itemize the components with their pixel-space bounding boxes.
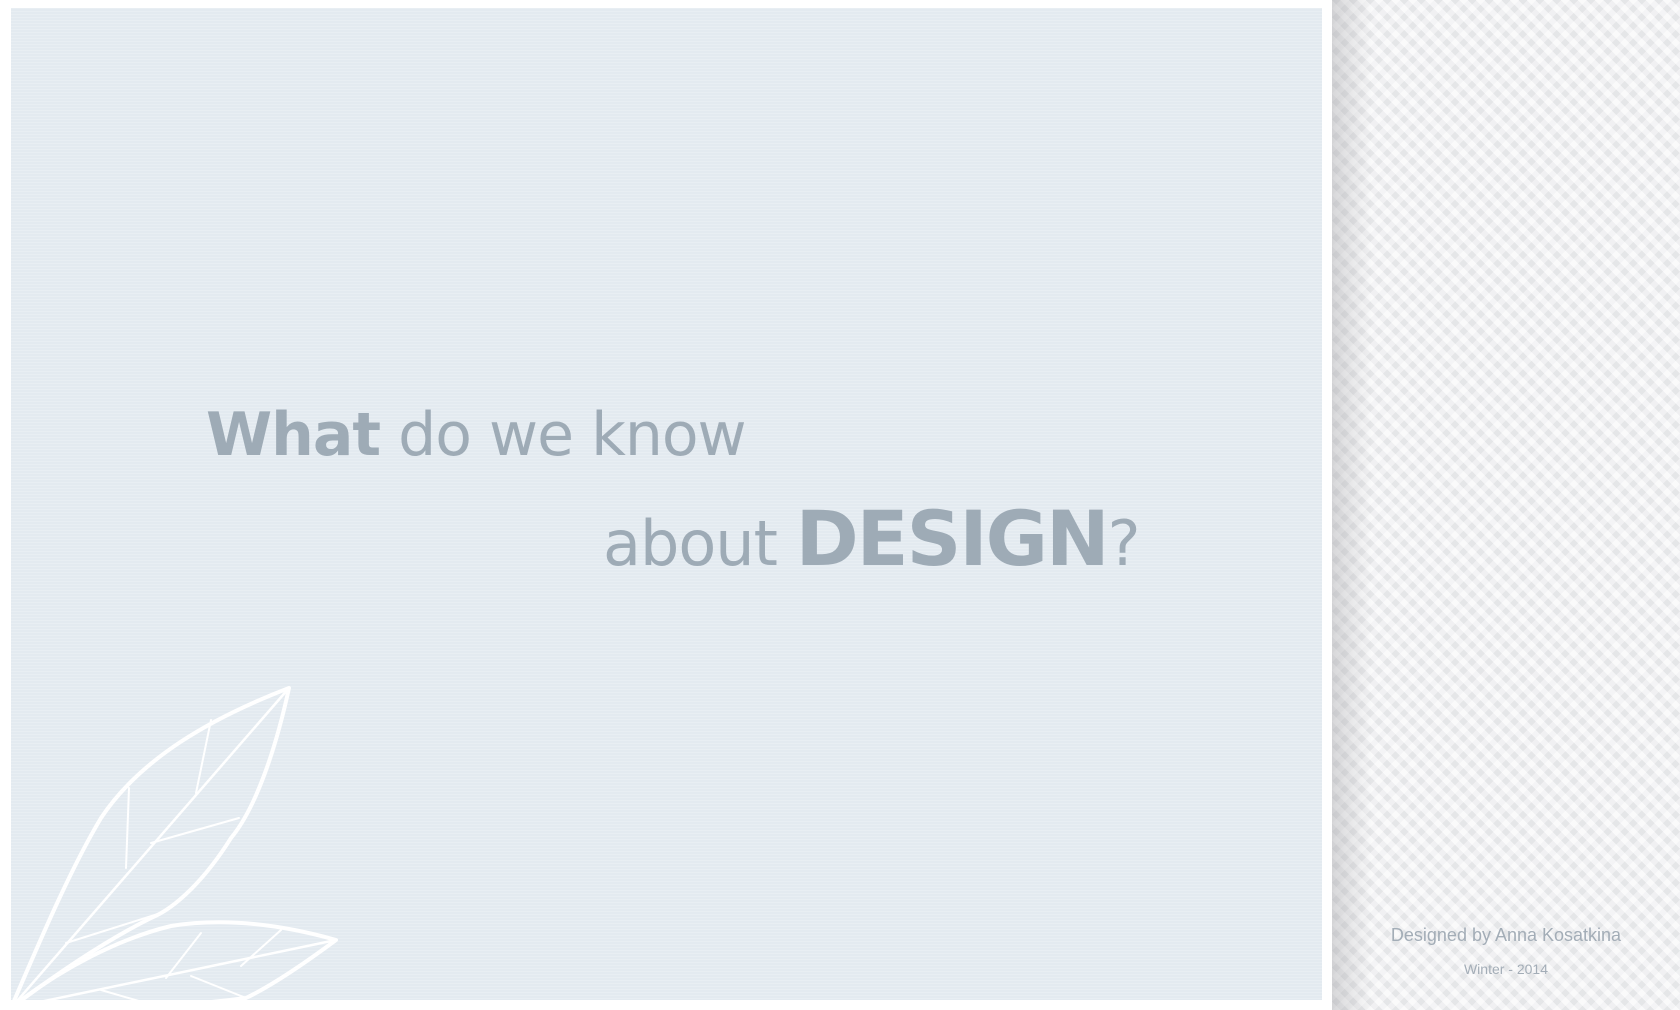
slide-page: What do we know about DESIGN? Designed b… (0, 0, 1680, 1010)
leaf-upper-vein (125, 787, 130, 869)
leaf-lower-vein (100, 989, 139, 1000)
headline-design: DESIGN (795, 494, 1110, 583)
season-date: Winter - 2014 (1463, 961, 1549, 977)
headline-line-2: about DESIGN? (603, 494, 1141, 583)
leaf-outline-icon (12, 686, 338, 1000)
title-panel: What do we know about DESIGN? (11, 8, 1322, 1000)
leaf-lower-midrib (43, 938, 338, 1000)
credits-sidebar: Designed by Anna Kosatkina Winter - 2014 (1332, 0, 1680, 1010)
leaf-lower-vein (190, 975, 247, 999)
headline-line-1: What do we know (206, 400, 747, 470)
leaf-upper-midrib (16, 686, 291, 1000)
headline-what: What (206, 400, 381, 470)
headline-about: about (603, 507, 796, 580)
headline-do-we-know: do we know (380, 400, 746, 470)
designer-credit: Designed by Anna Kosatkina (1390, 925, 1622, 945)
leaf-lower-outline (18, 920, 338, 1000)
leaf-lower-vein (240, 929, 282, 967)
headline-question-mark: ? (1107, 507, 1141, 580)
